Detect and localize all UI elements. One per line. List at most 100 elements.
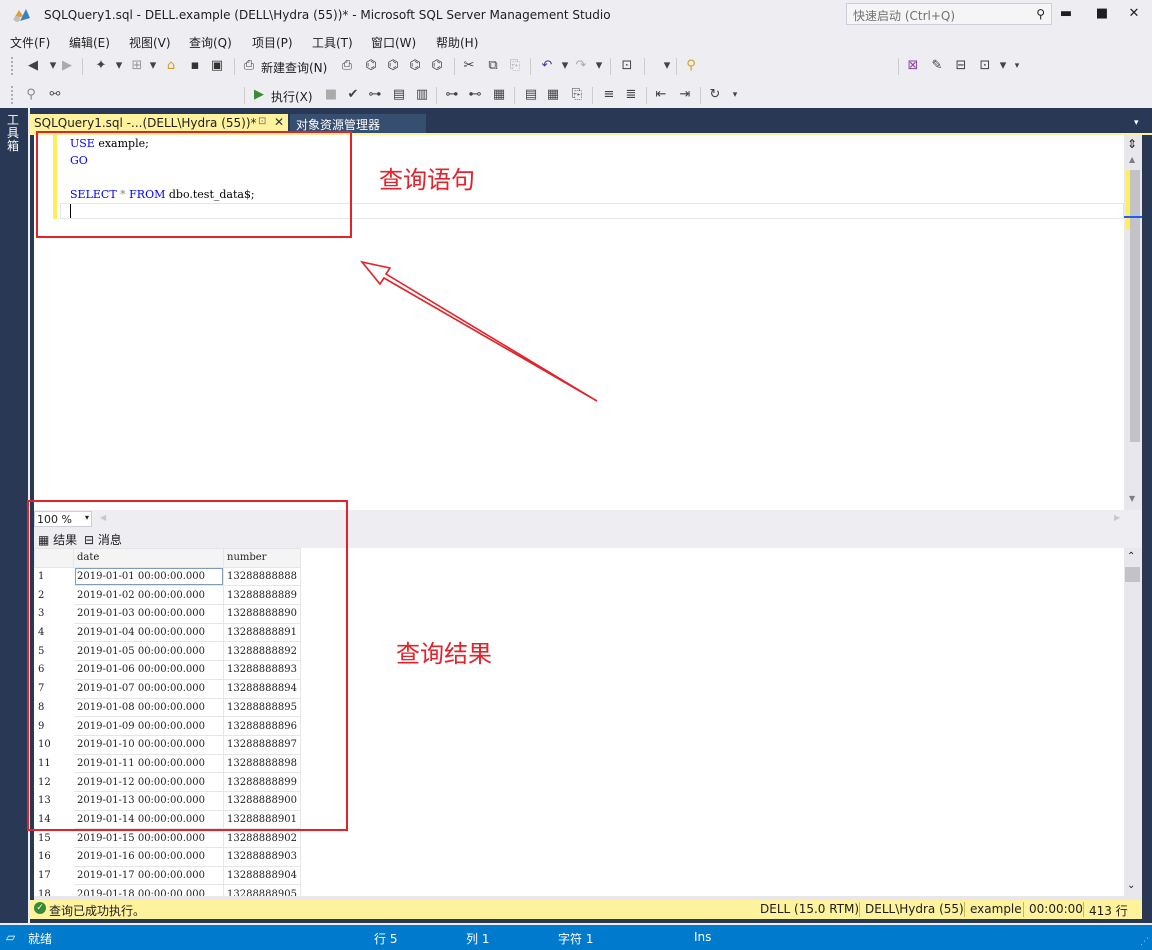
menu-edit[interactable]: 编辑(E) [69,34,110,51]
connect-icon[interactable]: ⚲ [22,86,40,104]
database-engine-query-icon[interactable]: ⎙ [338,57,356,75]
grid-vertical-scrollbar[interactable] [1124,548,1142,896]
results-to-grid-icon[interactable]: ▦ [544,86,562,104]
properties-icon[interactable]: ✎ [928,57,946,75]
cell-number[interactable]: 13288888902 [223,828,301,848]
menu-help[interactable]: 帮助(H) [436,34,478,51]
parse-icon[interactable]: ✔ [344,86,362,104]
activity-monitor-icon[interactable]: ⊡ [618,57,636,75]
scroll-down-icon[interactable]: ⌄ [1127,880,1135,891]
change-connection-icon[interactable]: ⚯ [46,86,64,104]
cell-date[interactable]: 2019-01-16 00:00:00.000 [73,847,224,867]
comment-icon[interactable]: ≡ [600,86,618,104]
tab-overflow-icon[interactable]: ▾ [1134,118,1139,128]
new-project-icon[interactable]: ✦ [92,57,110,75]
editor-scroll-thumb[interactable] [1130,170,1140,442]
cell-date[interactable]: 2019-01-15 00:00:00.000 [73,828,224,848]
separator [964,902,965,917]
client-statistics-icon[interactable]: ▦ [490,86,508,104]
search-icon[interactable]: ⚲ [1036,7,1045,21]
cut-icon[interactable]: ✂ [460,57,478,75]
dax-query-icon[interactable]: ⌬ [428,57,446,75]
menu-window[interactable]: 窗口(W) [371,34,416,51]
save-all-icon[interactable]: ▣ [208,57,226,75]
back-icon[interactable]: ◀ [24,57,42,75]
table-row[interactable]: 15 2019-01-15 00:00:00.000 13288888902 [34,828,301,848]
live-query-stats-icon[interactable]: ⊷ [466,86,484,104]
open-file-icon[interactable]: ⌂ [162,57,180,75]
cell-date[interactable]: 2019-01-18 00:00:00.000 [73,884,224,896]
dropdown-icon[interactable]: ▾ [658,57,676,75]
toolbar-grip[interactable] [10,85,14,105]
execute-icon[interactable]: ▶ [250,86,268,104]
cell-number[interactable]: 13288888904 [223,865,301,886]
redo-icon[interactable]: ↷ [572,57,590,75]
scroll-up-icon[interactable]: ⌃ [1127,551,1135,562]
query-options-icon[interactable]: ▤ [390,86,408,104]
table-row[interactable]: 16 2019-01-16 00:00:00.000 13288888903 [34,847,301,867]
undo-icon[interactable]: ↶ [538,57,556,75]
forward-icon[interactable]: ▶ [58,57,76,75]
split-editor-icon[interactable]: ⇕ [1127,137,1137,151]
dropdown-icon[interactable]: ▾ [110,57,128,75]
cell-number[interactable]: 13288888903 [223,847,301,867]
row-number[interactable]: 16 [34,847,74,867]
output-window-icon[interactable]: ▱ [6,930,15,944]
cell-date[interactable]: 2019-01-17 00:00:00.000 [73,865,224,886]
toolbar-options-icon[interactable]: ▾ [726,86,744,104]
dropdown-icon[interactable]: ▾ [590,57,608,75]
toolbox-icon[interactable]: ⊟ [952,57,970,75]
specify-template-values-icon[interactable]: ↻ [706,86,724,104]
grid-scroll-thumb[interactable] [1125,567,1140,582]
xmla-query-icon[interactable]: ⌬ [406,57,424,75]
solution-explorer-icon[interactable]: ⊠ [904,57,922,75]
dmx-query-icon[interactable]: ⌬ [384,57,402,75]
scroll-down-icon[interactable]: ▼ [1129,494,1135,503]
minimize-button[interactable]: ▬ [1054,4,1078,24]
decrease-indent-icon[interactable]: ⇤ [652,86,670,104]
maximize-button[interactable]: ■ [1090,4,1114,24]
new-query-button[interactable]: 新建查询(N) [261,59,327,76]
save-icon[interactable]: ▪ [186,57,204,75]
close-tab-icon[interactable]: ✕ [274,115,284,129]
results-to-text-icon[interactable]: ▤ [522,86,540,104]
window-title: SQLQuery1.sql - DELL.example (DELL\Hydra… [44,8,611,22]
scroll-up-icon[interactable]: ▲ [1129,155,1135,164]
toolbox-side-tab[interactable]: 工具箱 [0,108,28,923]
cell-number[interactable]: 13288888905 [223,884,301,896]
menu-tools[interactable]: 工具(T) [312,34,353,51]
menu-query[interactable]: 查询(Q) [189,34,232,51]
quick-launch-input[interactable]: 快速启动 (Ctrl+Q) ⚲ [846,3,1052,25]
paste-icon[interactable]: ⎘ [506,57,524,75]
menu-file[interactable]: 文件(F) [10,34,50,51]
close-window-button[interactable]: ✕ [1122,4,1146,24]
dropdown-icon[interactable]: ▾ [144,57,162,75]
row-number[interactable]: 18 [34,884,74,896]
display-estimated-plan-icon[interactable]: ⊶ [366,86,384,104]
row-number[interactable]: 17 [34,865,74,886]
find-icon[interactable]: ⚲ [682,57,700,75]
uncomment-icon[interactable]: ≣ [622,86,640,104]
increase-indent-icon[interactable]: ⇥ [676,86,694,104]
intellisense-icon[interactable]: ▥ [413,86,431,104]
toolbar-options-icon[interactable]: ▾ [1008,57,1026,75]
results-to-file-icon[interactable]: ⎘ [568,86,586,104]
separator [82,58,83,75]
menu-view[interactable]: 视图(V) [129,34,171,51]
menu-project[interactable]: 项目(P) [252,34,293,51]
include-actual-plan-icon[interactable]: ⊶ [443,86,461,104]
row-number[interactable]: 15 [34,828,74,848]
toolbar-grip[interactable] [10,56,14,76]
command-window-icon[interactable]: ⊡ [976,57,994,75]
resize-grip-icon[interactable]: ⋰ [1140,937,1149,947]
new-query-icon[interactable]: ⎙ [240,57,258,75]
annotation-result-label: 查询结果 [396,640,492,668]
pin-icon[interactable]: ⊡ [258,116,266,127]
stop-icon[interactable]: ■ [322,86,340,104]
table-row[interactable]: 17 2019-01-17 00:00:00.000 13288888904 [34,865,301,886]
mdx-query-icon[interactable]: ⌬ [362,57,380,75]
scroll-right-icon[interactable]: ▶ [1114,513,1120,522]
execute-button[interactable]: 执行(X) [271,88,313,105]
copy-icon[interactable]: ⧉ [484,57,502,75]
table-row[interactable]: 18 2019-01-18 00:00:00.000 13288888905 [34,884,301,896]
